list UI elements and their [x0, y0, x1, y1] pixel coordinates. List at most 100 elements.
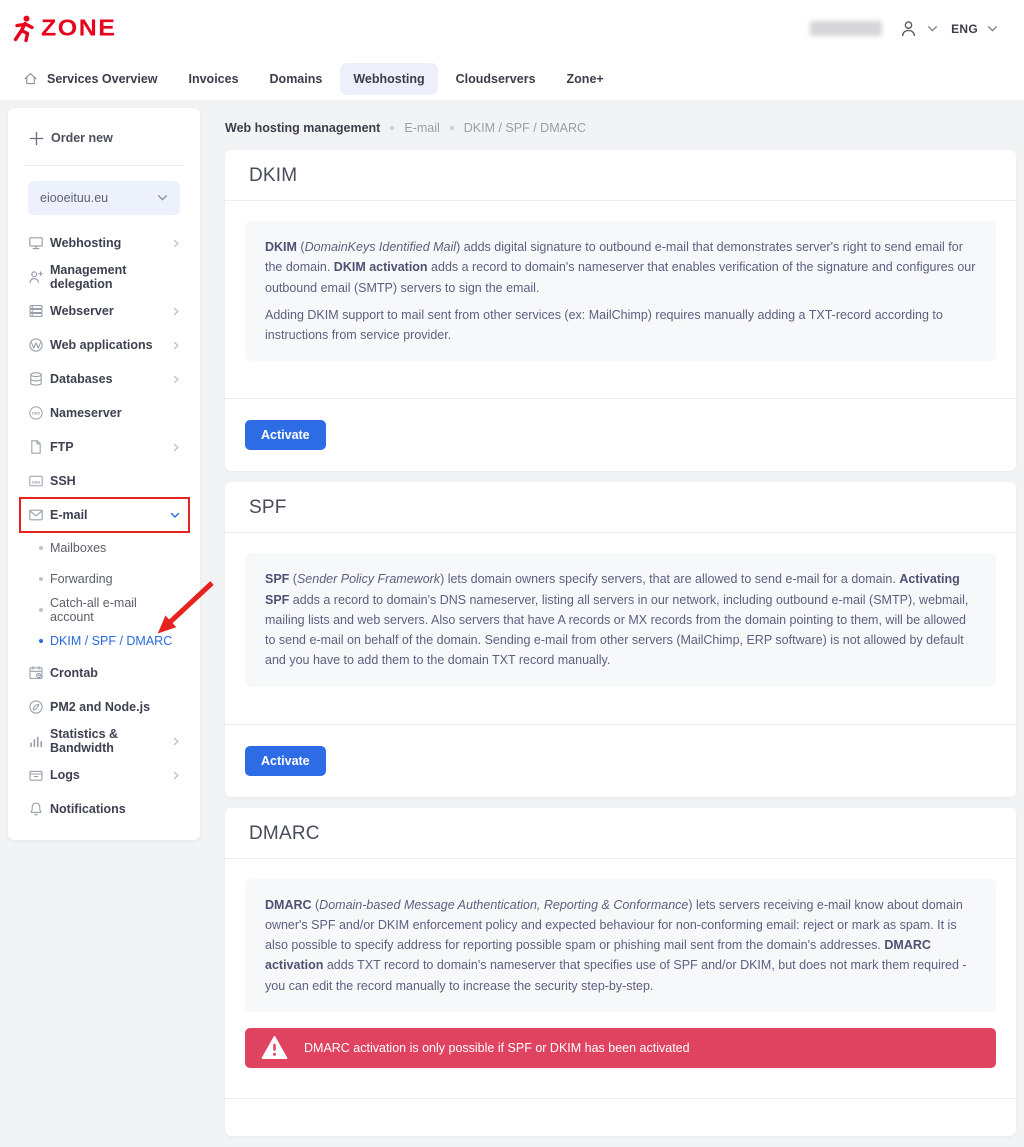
- card-header: SPF: [225, 482, 1016, 533]
- nodejs-icon: [28, 699, 44, 715]
- bullet-icon: [39, 639, 43, 643]
- breadcrumb: Web hosting managementE-mailDKIM / SPF /…: [225, 121, 1016, 135]
- sidebar-subitem-mailboxes[interactable]: Mailboxes: [28, 532, 180, 563]
- sidebar-item-label: Webhosting: [50, 236, 121, 250]
- dns-icon: DNS: [28, 405, 44, 421]
- sidebar-subitem-label: DKIM / SPF / DMARC: [50, 634, 172, 648]
- logo-text: ZONE: [41, 15, 116, 42]
- order-new-button[interactable]: Order new: [28, 124, 180, 152]
- card-spf: SPF SPF (Sender Policy Framework) lets do…: [225, 482, 1016, 796]
- sidebar: Order new eiooeituu.eu Webhosting Managem…: [8, 108, 200, 840]
- wordpress-icon: [28, 337, 44, 353]
- sidebar-subitem-dkim-spf-dmarc[interactable]: DKIM / SPF / DMARC: [28, 625, 180, 656]
- top-header: ZONE ENG Services Overview Invoices Domain…: [0, 0, 1024, 100]
- user-icon[interactable]: [899, 19, 918, 38]
- sidebar-item-web-applications[interactable]: Web applications: [28, 328, 180, 362]
- sidebar-item-label: SSH: [50, 474, 76, 488]
- nav-item-services-overview[interactable]: Services Overview: [10, 62, 171, 95]
- bullet-icon: [39, 577, 43, 581]
- breadcrumb-separator: [450, 126, 454, 130]
- alert-text: DMARC activation is only possible if SPF…: [304, 1041, 690, 1055]
- sidebar-item-label: Logs: [50, 768, 80, 782]
- info-paragraph: DMARC (Domain-based Message Authenticati…: [265, 895, 976, 996]
- chevron-right-icon: [172, 239, 180, 248]
- svg-text:SSH: SSH: [32, 479, 40, 484]
- spf-activate-button[interactable]: Activate: [245, 746, 326, 776]
- domain-select[interactable]: eiooeituu.eu: [28, 181, 180, 215]
- nav-item-domains[interactable]: Domains: [257, 63, 336, 95]
- sidebar-item-label: Crontab: [50, 666, 98, 680]
- sidebar-item-webhosting[interactable]: Webhosting: [28, 226, 180, 260]
- nav-item-label: Cloudservers: [456, 72, 536, 86]
- info-box-dkim: DKIM (DomainKeys Identified Mail) adds d…: [245, 221, 996, 361]
- nav-item-webhosting[interactable]: Webhosting: [340, 63, 437, 95]
- card-title-dmarc: DMARC: [249, 823, 992, 845]
- card-footer: Activate: [225, 398, 1016, 471]
- card-header: DMARC: [225, 808, 1016, 859]
- sidebar-subitem-forwarding[interactable]: Forwarding: [28, 563, 180, 594]
- masked-username: [810, 21, 882, 36]
- order-new-label: Order new: [51, 131, 113, 145]
- nav-item-label: Domains: [270, 72, 323, 86]
- chevron-right-icon: [172, 375, 180, 384]
- sidebar-item-statistics-bandwidth[interactable]: Statistics & Bandwidth: [28, 724, 180, 758]
- card-dmarc: DMARC DMARC (Domain-based Message Authent…: [225, 808, 1016, 1136]
- card-dkim: DKIM DKIM (DomainKeys Identified Mail) ad…: [225, 150, 1016, 471]
- nav-item-cloudservers[interactable]: Cloudservers: [443, 63, 549, 95]
- bell-icon: [28, 801, 44, 817]
- chevron-right-icon: [172, 307, 180, 316]
- card-body: SPF (Sender Policy Framework) lets domai…: [225, 533, 1016, 723]
- language-chevron-down-icon[interactable]: [987, 25, 998, 33]
- sidebar-item-databases[interactable]: Databases: [28, 362, 180, 396]
- sidebar-item-pm2-and-node-js[interactable]: PM2 and Node.js: [28, 690, 180, 724]
- alert-banner-dmarc: DMARC activation is only possible if SPF…: [245, 1028, 996, 1068]
- chevron-down-icon: [170, 512, 180, 519]
- nav-item-label: Invoices: [189, 72, 239, 86]
- sidebar-subitem-label: Catch-all e-mail account: [50, 596, 180, 624]
- svg-text:DNS: DNS: [32, 412, 40, 416]
- calendar-icon: [28, 665, 44, 681]
- zone-logo[interactable]: ZONE: [10, 14, 116, 44]
- sidebar-item-logs[interactable]: Logs: [28, 758, 180, 792]
- user-menu-chevron-down-icon[interactable]: [927, 25, 938, 33]
- language-selector[interactable]: ENG: [951, 22, 978, 36]
- breadcrumb-item-e-mail[interactable]: E-mail: [404, 121, 439, 135]
- sidebar-item-label: Web applications: [50, 338, 153, 352]
- sidebar-item-label: E-mail: [50, 508, 88, 522]
- ssh-icon: SSH: [28, 473, 44, 489]
- logs-icon: [28, 767, 44, 783]
- info-paragraph: DKIM (DomainKeys Identified Mail) adds d…: [265, 237, 976, 298]
- sidebar-item-ftp[interactable]: FTP: [28, 430, 180, 464]
- sidebar-subitem-catch-all-e-mail-account[interactable]: Catch-all e-mail account: [28, 594, 180, 625]
- nav-item-label: Zone+: [567, 72, 604, 86]
- sidebar-item-e-mail[interactable]: E-mail: [28, 498, 180, 532]
- card-footer: [225, 1098, 1016, 1136]
- sidebar-item-webserver[interactable]: Webserver: [28, 294, 180, 328]
- sidebar-item-label: PM2 and Node.js: [50, 700, 150, 714]
- bullet-icon: [39, 608, 43, 612]
- sidebar-item-label: Databases: [50, 372, 113, 386]
- chevron-right-icon: [172, 341, 180, 350]
- sidebar-subitem-label: Mailboxes: [50, 541, 106, 555]
- sidebar-item-nameserver[interactable]: DNSNameserver: [28, 396, 180, 430]
- nav-item-zone[interactable]: Zone+: [554, 63, 617, 95]
- info-box-dmarc: DMARC (Domain-based Message Authenticati…: [245, 879, 996, 1012]
- card-body: DMARC (Domain-based Message Authenticati…: [225, 859, 1016, 1098]
- card-footer: Activate: [225, 724, 1016, 797]
- chart-icon: [28, 733, 44, 749]
- database-icon: [28, 371, 44, 387]
- sidebar-item-ssh[interactable]: SSH SSH: [28, 464, 180, 498]
- card-body: DKIM (DomainKeys Identified Mail) adds d…: [225, 201, 1016, 398]
- sidebar-item-management-delegation[interactable]: Management delegation: [28, 260, 180, 294]
- card-header: DKIM: [225, 150, 1016, 201]
- dkim-activate-button[interactable]: Activate: [245, 420, 326, 450]
- chevron-right-icon: [172, 737, 180, 746]
- sidebar-item-label: Notifications: [50, 802, 126, 816]
- main-content: Web hosting managementE-mailDKIM / SPF /…: [225, 108, 1016, 1147]
- sidebar-item-label: Statistics & Bandwidth: [50, 727, 172, 755]
- sidebar-subitem-label: Forwarding: [50, 572, 113, 586]
- sidebar-item-notifications[interactable]: Notifications: [28, 792, 180, 826]
- sidebar-item-crontab[interactable]: Crontab: [28, 656, 180, 690]
- nav-item-invoices[interactable]: Invoices: [176, 63, 252, 95]
- info-box-spf: SPF (Sender Policy Framework) lets domai…: [245, 553, 996, 686]
